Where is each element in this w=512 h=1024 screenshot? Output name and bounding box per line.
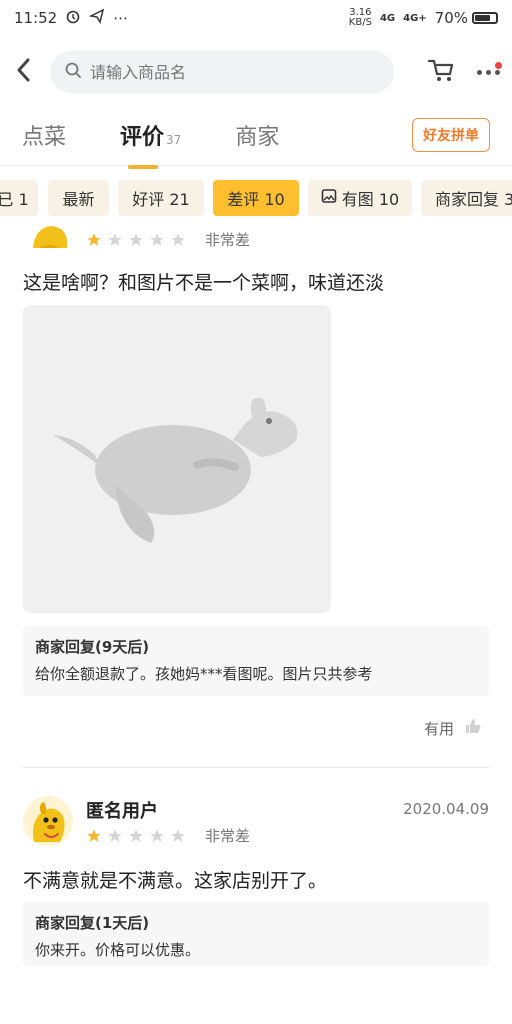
battery-percent: 70% (434, 9, 468, 27)
rating-text: 非常差 (205, 231, 251, 249)
send-icon (88, 8, 105, 28)
star-empty-icon (171, 828, 185, 842)
rating-text: 非常差 (205, 827, 251, 845)
cart-icon (427, 59, 455, 87)
network-speed: 3.16 KB/S (349, 8, 372, 28)
thumbs-up-icon (464, 717, 482, 739)
filter-chip-positive[interactable]: 好评 21 (118, 180, 204, 216)
tab-reviews-label: 评价 (120, 124, 165, 150)
star-empty-icon (171, 232, 185, 246)
search-icon (64, 61, 82, 83)
rating-stars: 非常差 (86, 825, 250, 846)
tab-reviews-count: 37 (166, 132, 182, 147)
network-speed-unit: KB/S (348, 17, 372, 28)
signal-4g: 4G (379, 12, 396, 24)
status-left: 11:52 ⋯ (14, 8, 128, 28)
review-text: 这是啥啊？和图片不是一个菜啊，味道还淡 (23, 272, 385, 294)
top-actions (427, 57, 502, 87)
star-filled-icon (87, 232, 101, 246)
tab-merchant[interactable]: 商家 (235, 119, 279, 151)
filter-chip-label: 差评 10 (227, 190, 285, 209)
review-divider (23, 767, 489, 768)
search-input[interactable] (88, 61, 380, 83)
battery-indicator: 70% (435, 9, 498, 27)
top-bar (0, 44, 512, 100)
alarm-icon (65, 8, 81, 28)
review-filter-chips: 已 1 最新 好评 21 差评 10 有图 10 商家回复 3 (0, 180, 512, 216)
filter-chip-partial[interactable]: 已 1 (0, 180, 38, 216)
merchant-reply: 商家回复(9天后) 给你全额退款了。孩她妈***看图呢。图片只共参考 (23, 626, 489, 696)
star-filled-icon (87, 828, 101, 842)
useful-button[interactable]: 有用 (424, 717, 482, 739)
more-notifications-icon: ⋯ (113, 9, 129, 27)
tab-reviews[interactable]: 评价 37 (120, 119, 182, 169)
merchant-reply-title: 商家回复(1天后) (35, 914, 150, 932)
rating-stars: 非常差 (86, 229, 250, 250)
merchant-reply-text: 给你全额退款了。孩她妈***看图呢。图片只共参考 (35, 665, 373, 683)
more-menu-button[interactable] (477, 61, 502, 75)
useful-label: 有用 (424, 719, 455, 738)
store-tabs: 点菜 评价 37 商家 好友拼单 (0, 104, 512, 169)
status-right: 3.16 KB/S 4G 4G+ 70% (349, 8, 498, 28)
status-bar: 11:52 ⋯ 3.16 KB/S 4G 4G+ 70% (0, 0, 512, 36)
group-buy-button[interactable]: 好友拼单 (412, 117, 490, 152)
notification-dot (495, 61, 502, 69)
tab-merchant-label: 商家 (235, 124, 280, 150)
search-bar[interactable] (50, 51, 394, 93)
star-empty-icon (108, 828, 122, 842)
more-dot (486, 69, 491, 75)
active-tab-indicator (128, 164, 159, 169)
star-empty-icon (129, 232, 143, 246)
user-avatar (23, 796, 73, 846)
star-empty-icon (150, 232, 164, 246)
filter-chip-label: 商家回复 3 (435, 190, 512, 209)
signal-4g-plus: 4G+ (403, 12, 427, 24)
star-empty-icon (129, 828, 143, 842)
more-dot (495, 69, 500, 75)
kangaroo-placeholder-icon (53, 397, 298, 543)
filter-chip-negative[interactable]: 差评 10 (213, 180, 299, 216)
kangaroo-avatar-icon (23, 796, 73, 846)
filter-chip-label: 好评 21 (132, 190, 190, 209)
filter-chip-label: 最新 (62, 190, 95, 209)
star-empty-icon (108, 232, 122, 246)
tab-dishes-label: 点菜 (22, 124, 67, 150)
review-date: 2020.04.09 (403, 800, 489, 818)
status-time: 11:52 (14, 9, 58, 27)
merchant-reply: 商家回复(1天后) 你来开。价格可以优惠。 (23, 902, 489, 966)
merchant-reply-title: 商家回复(9天后) (35, 638, 150, 656)
filter-chip-latest[interactable]: 最新 (48, 180, 109, 216)
star-empty-icon (150, 828, 164, 842)
filter-chip-with-photo[interactable]: 有图 10 (308, 180, 412, 216)
filter-chip-merchant-reply[interactable]: 商家回复 3 (421, 180, 512, 216)
back-button[interactable] (10, 52, 38, 92)
cart-button[interactable] (427, 57, 455, 87)
user-name: 匿名用户 (86, 801, 158, 822)
chevron-left-icon (14, 56, 34, 88)
filter-chip-label: 有图 10 (341, 190, 400, 209)
review-text: 不满意就是不满意。这家店别开了。 (23, 870, 328, 892)
avatar (23, 224, 73, 248)
review-photo[interactable] (23, 305, 331, 613)
more-dot (477, 69, 482, 75)
battery-icon (472, 12, 498, 24)
filter-chip-label: 已 1 (0, 190, 29, 209)
merchant-reply-text: 你来开。价格可以优惠。 (35, 941, 201, 959)
image-icon (321, 188, 337, 208)
tab-dishes[interactable]: 点菜 (22, 119, 66, 151)
